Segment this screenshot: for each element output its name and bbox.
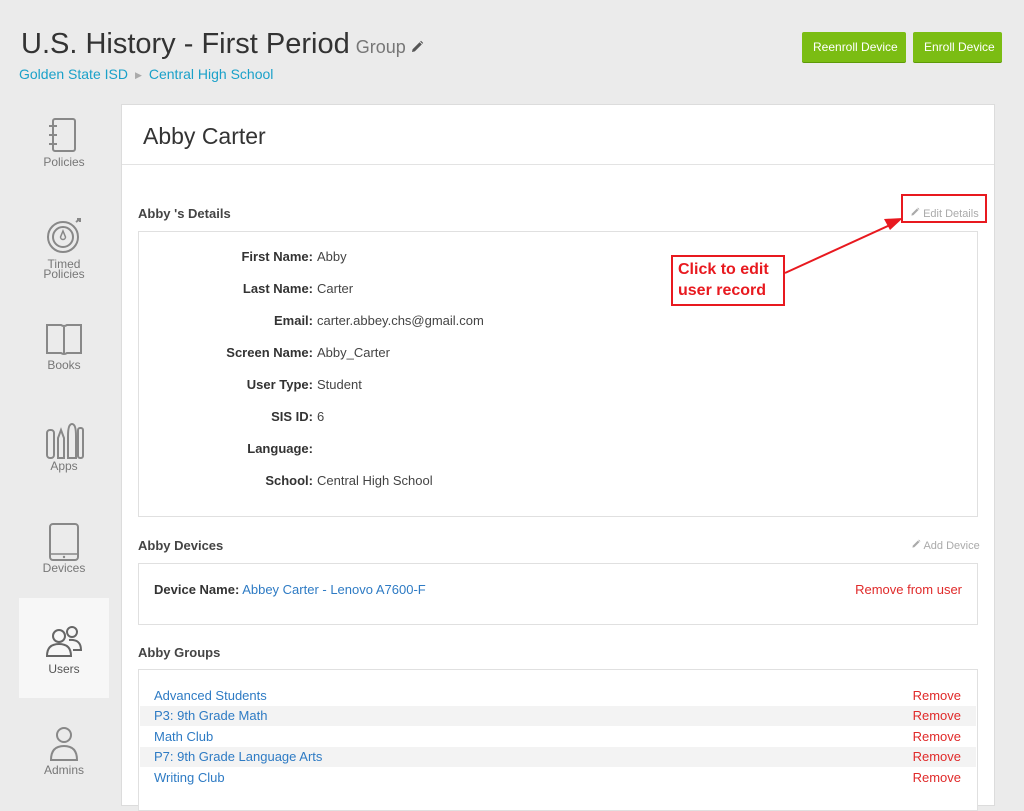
list-item: Advanced Students Remove <box>140 686 976 706</box>
detail-key: Email: <box>273 313 313 328</box>
sidebar-item-admins[interactable]: Admins <box>19 708 109 808</box>
detail-value: Student <box>317 377 362 392</box>
detail-key: User Type: <box>246 377 313 392</box>
remove-group-link[interactable]: Remove <box>913 747 961 767</box>
group-name: U.S. History - First Period <box>21 28 350 60</box>
remove-group-link[interactable]: Remove <box>913 727 961 747</box>
user-detail-panel: Abby Carter Abby 's Details Edit Details… <box>121 104 995 811</box>
enroll-device-button[interactable]: Enroll Device <box>913 32 1002 62</box>
detail-value: Abby_Carter <box>317 345 390 360</box>
group-link[interactable]: Math Club <box>154 727 213 747</box>
detail-key: Language: <box>247 441 313 456</box>
sidebar-item-users[interactable]: Users <box>19 598 109 698</box>
sidebar-item-label: Users <box>48 662 80 676</box>
details-box: First Name: Abby Last Name: Carter Email: c… <box>138 231 978 517</box>
notebook-icon <box>19 116 109 156</box>
sidebar: Policies Timed Policies Books Apps Devic… <box>0 100 109 787</box>
school-link[interactable]: Central High School <box>317 473 433 488</box>
annotation-line-1: Click to edit <box>678 261 769 278</box>
annotation-line-2: user record <box>678 282 767 299</box>
details-section-title: Abby 's Details <box>138 206 231 221</box>
device-link[interactable]: Abbey Carter - Lenovo A7600-F <box>242 582 426 597</box>
users-icon <box>19 622 109 662</box>
sidebar-item-devices[interactable]: Devices <box>19 506 109 606</box>
breadcrumb-school[interactable]: Central High School <box>149 66 274 82</box>
list-item: P3: 9th Grade Math Remove <box>140 706 976 726</box>
remove-group-link[interactable]: Remove <box>913 768 961 788</box>
reenroll-device-button[interactable]: Reenroll Device <box>802 32 906 62</box>
sidebar-item-label: Admins <box>43 763 84 777</box>
admin-icon <box>19 724 109 764</box>
breadcrumb-separator-icon: ▶ <box>134 70 142 80</box>
sidebar-item-label: Books <box>47 358 81 372</box>
sidebar-item-label: Policies <box>43 155 85 169</box>
detail-key: School: <box>265 473 313 488</box>
remove-from-user-link[interactable]: Remove from user <box>855 582 962 597</box>
book-icon <box>19 319 109 359</box>
groups-box: Advanced Students Remove P3: 9th Grade Ma… <box>138 669 978 811</box>
annotation-highlight-box <box>901 194 987 223</box>
sidebar-item-label: Apps <box>50 459 78 473</box>
detail-key: First Name: <box>241 249 313 264</box>
breadcrumb-district[interactable]: Golden State ISD <box>19 66 128 82</box>
detail-value: Carter <box>317 281 354 296</box>
detail-value: Abby <box>317 249 347 264</box>
group-link[interactable]: P3: 9th Grade Math <box>154 706 267 726</box>
detail-key: Last Name: <box>242 281 313 296</box>
device-row: Device Name: Abbey Carter - Lenovo A7600… <box>154 582 426 597</box>
list-item: Writing Club Remove <box>140 768 976 788</box>
add-device-label: Add Device <box>923 540 980 552</box>
sidebar-item-timed-policies[interactable]: Timed Policies <box>19 200 109 300</box>
user-name: Abby Carter <box>143 123 266 149</box>
annotation-callout: Click to edit user record <box>671 255 785 306</box>
user-header: Abby Carter <box>122 105 994 165</box>
tablet-icon <box>19 522 109 562</box>
group-link[interactable]: Writing Club <box>154 768 225 788</box>
remove-group-link[interactable]: Remove <box>913 706 961 726</box>
sidebar-item-label-line2: Policies <box>43 267 85 281</box>
sidebar-item-policies[interactable]: Policies <box>19 100 109 200</box>
tools-icon <box>19 420 109 460</box>
page-title: U.S. History - First Period Group <box>21 28 424 62</box>
list-item: P7: 9th Grade Language Arts Remove <box>140 747 976 767</box>
breadcrumb: Golden State ISD ▶ Central High School <box>19 66 273 82</box>
group-label: Group <box>355 37 406 57</box>
group-link[interactable]: Advanced Students <box>154 686 267 706</box>
detail-value: 6 <box>317 409 325 424</box>
list-item: Math Club Remove <box>140 727 976 747</box>
sidebar-item-books[interactable]: Books <box>19 303 109 403</box>
pencil-icon <box>911 539 921 552</box>
pencil-icon[interactable] <box>410 29 424 62</box>
stopwatch-icon <box>19 216 109 256</box>
detail-key: SIS ID: <box>271 409 313 424</box>
sidebar-item-apps[interactable]: Apps <box>19 404 109 504</box>
group-link[interactable]: P7: 9th Grade Language Arts <box>154 747 322 767</box>
sidebar-item-label: Devices <box>42 561 86 575</box>
page-header: U.S. History - First Period Group Golden … <box>0 0 1024 95</box>
device-key: Device Name: <box>154 582 240 597</box>
devices-section-title: Abby Devices <box>138 538 224 553</box>
detail-value: carter.abbey.chs@gmail.com <box>317 313 484 328</box>
detail-key: Screen Name: <box>226 345 313 360</box>
add-device-link[interactable]: Add Device <box>911 539 980 552</box>
remove-group-link[interactable]: Remove <box>913 686 961 706</box>
groups-section-title: Abby Groups <box>138 645 221 660</box>
devices-box: Device Name: Abbey Carter - Lenovo A7600… <box>138 563 978 625</box>
